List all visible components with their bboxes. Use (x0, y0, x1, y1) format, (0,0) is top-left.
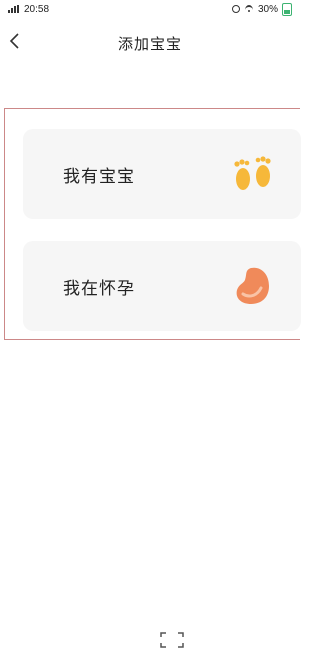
option-pregnant[interactable]: 我在怀孕 (23, 241, 301, 331)
options-container: 我有宝宝 我在怀孕 (4, 108, 301, 340)
pregnancy-icon (227, 260, 279, 312)
option-has-baby[interactable]: 我有宝宝 (23, 129, 301, 219)
chevron-left-icon (9, 33, 19, 49)
back-button[interactable] (4, 30, 26, 52)
option-label: 我在怀孕 (63, 278, 135, 298)
scan-icon (160, 632, 184, 648)
alarm-icon (231, 5, 240, 13)
baby-feet-icon (227, 148, 279, 200)
battery-icon (282, 2, 292, 16)
home-indicator[interactable] (160, 632, 184, 648)
battery-percent: 30% (257, 3, 278, 15)
wifi-icon (244, 5, 254, 13)
header: 添加宝宝 (0, 28, 300, 58)
option-label: 我有宝宝 (63, 166, 135, 186)
status-time: 20:58 (24, 3, 50, 15)
page-title: 添加宝宝 (117, 35, 182, 53)
status-right: 30% (231, 2, 292, 16)
signal-icon (8, 5, 20, 13)
status-bar: 20:58 30% (0, 0, 300, 18)
status-left: 20:58 (8, 4, 49, 15)
